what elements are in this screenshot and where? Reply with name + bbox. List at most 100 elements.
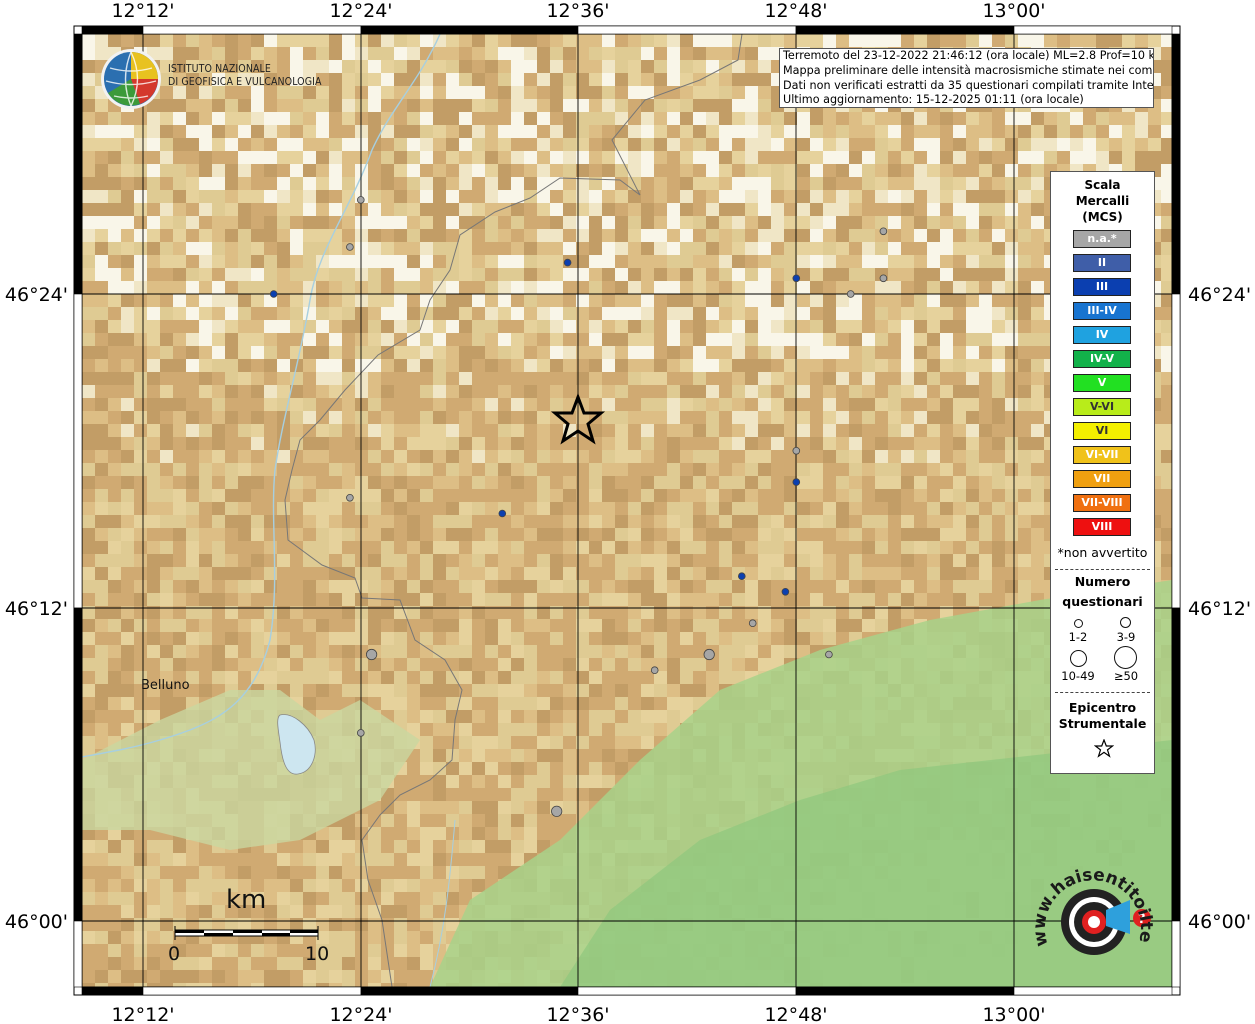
terrain-cell [147,632,160,645]
terrain-cell [888,151,901,164]
terrain-cell [524,697,537,710]
terrain-cell [459,125,472,138]
terrain-cell [641,528,654,541]
terrain-cell [251,177,264,190]
terrain-cell [342,47,355,60]
terrain-cell [108,359,121,372]
terrain-cell [862,567,875,580]
terrain-cell [914,268,927,281]
terrain-cell [82,476,95,489]
terrain-cell [121,177,134,190]
terrain-cell [420,385,433,398]
terrain-cell [641,554,654,567]
terrain-cell [1005,398,1018,411]
terrain-cell [186,151,199,164]
terrain-cell [225,554,238,567]
terrain-cell [446,346,459,359]
terrain-cell [121,112,134,125]
terrain-cell [251,411,264,424]
terrain-cell [784,463,797,476]
terrain-cell [381,138,394,151]
terrain-cell [82,580,95,593]
terrain-cell [420,554,433,567]
terrain-cell [563,333,576,346]
terrain-cell [355,333,368,346]
terrain-cell [511,541,524,554]
terrain-cell [836,138,849,151]
terrain-cell [784,177,797,190]
terrain-cell [719,255,732,268]
terrain-cell [550,34,563,47]
terrain-cell [589,203,602,216]
terrain-cell [329,242,342,255]
terrain-cell [1005,164,1018,177]
terrain-cell [121,658,134,671]
terrain-cell [628,411,641,424]
terrain-cell [134,567,147,580]
terrain-cell [953,307,966,320]
terrain-cell [303,307,316,320]
terrain-cell [173,437,186,450]
terrain-cell [563,307,576,320]
terrain-cell [745,502,758,515]
terrain-cell [797,255,810,268]
terrain-cell [888,593,901,606]
terrain-cell [147,346,160,359]
terrain-cell [134,515,147,528]
terrain-cell [862,411,875,424]
terrain-cell [290,307,303,320]
terrain-cell [498,125,511,138]
terrain-cell [459,164,472,177]
terrain-cell [212,216,225,229]
terrain-cell [771,632,784,645]
terrain-cell [563,554,576,567]
terrain-cell [602,411,615,424]
terrain-cell [173,190,186,203]
terrain-cell [407,333,420,346]
terrain-cell [862,476,875,489]
terrain-cell [901,34,914,47]
terrain-cell [979,112,992,125]
terrain-cell [459,268,472,281]
terrain-cell [511,775,524,788]
terrain-cell [966,541,979,554]
terrain-cell [641,112,654,125]
terrain-cell [888,476,901,489]
terrain-cell [992,489,1005,502]
terrain-cell [810,411,823,424]
terrain-cell [628,268,641,281]
terrain-cell [1018,177,1031,190]
terrain-cell [628,684,641,697]
terrain-cell [485,398,498,411]
terrain-cell [225,528,238,541]
terrain-cell [212,619,225,632]
terrain-cell [342,476,355,489]
terrain-cell [498,684,511,697]
terrain-cell [602,502,615,515]
terrain-cell [966,476,979,489]
terrain-cell [524,47,537,60]
terrain-cell [927,515,940,528]
terrain-cell [368,580,381,593]
terrain-cell [680,385,693,398]
terrain-cell [329,151,342,164]
terrain-cell [121,411,134,424]
terrain-cell [680,489,693,502]
terrain-cell [459,658,472,671]
terrain-cell [875,411,888,424]
terrain-cell [875,294,888,307]
terrain-cell [771,255,784,268]
terrain-cell [420,333,433,346]
terrain-cell [160,554,173,567]
terrain-cell [732,229,745,242]
terrain-cell [82,229,95,242]
terrain-cell [446,450,459,463]
terrain-cell [823,320,836,333]
terrain-cell [654,619,667,632]
terrain-cell [901,320,914,333]
terrain-cell [485,489,498,502]
terrain-cell [394,697,407,710]
terrain-cell [732,320,745,333]
terrain-cell [550,450,563,463]
terrain-cell [368,476,381,489]
